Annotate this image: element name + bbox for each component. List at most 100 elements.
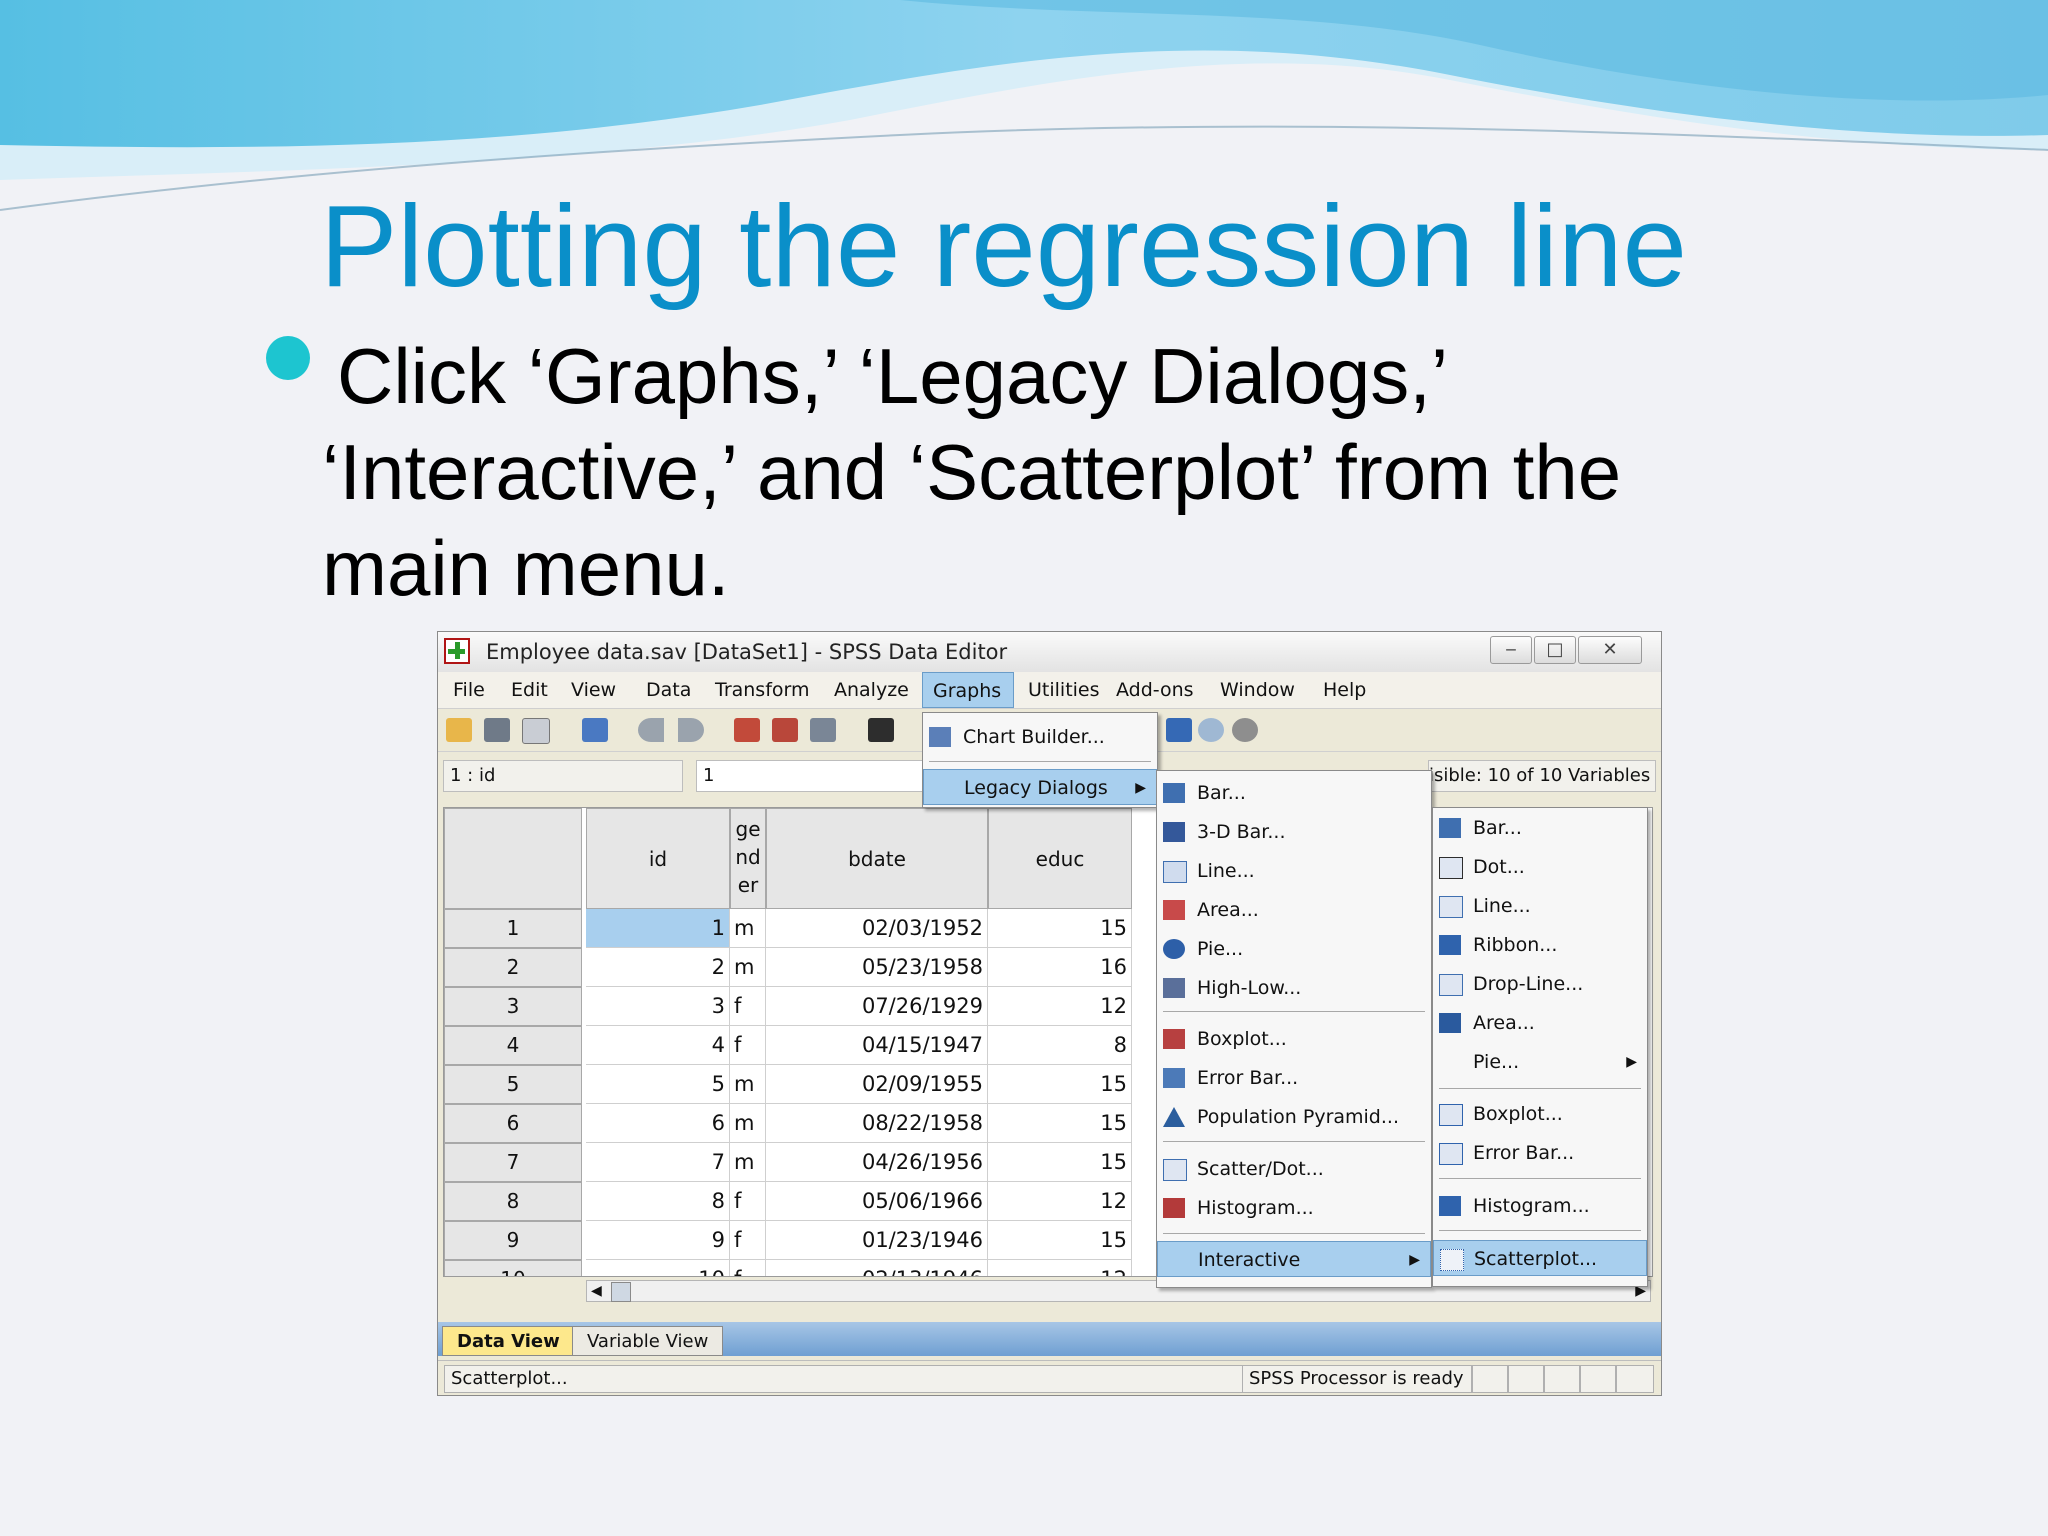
tab-data-view[interactable]: Data View xyxy=(442,1326,575,1356)
table-cell[interactable]: 5 xyxy=(586,1065,730,1104)
row-header[interactable]: 6 xyxy=(444,1104,582,1143)
row-header[interactable]: 8 xyxy=(444,1182,582,1221)
table-cell[interactable]: 02/03/1952 xyxy=(766,909,988,948)
menu-item-interactive-dot[interactable]: Dot... xyxy=(1433,849,1647,885)
menu-data[interactable]: Data xyxy=(646,672,691,708)
column-header-gender[interactable]: ge nd er xyxy=(730,808,766,909)
menu-item-interactive-ribbon[interactable]: Ribbon... xyxy=(1433,927,1647,963)
table-cell[interactable]: 2 xyxy=(586,948,730,987)
row-header[interactable]: 9 xyxy=(444,1221,582,1260)
save-icon[interactable] xyxy=(484,718,510,742)
row-header[interactable]: 7 xyxy=(444,1143,582,1182)
variables-icon[interactable] xyxy=(810,718,836,742)
dialog-recall-icon[interactable] xyxy=(582,718,608,742)
find-binoculars-icon[interactable] xyxy=(868,718,894,742)
table-cell[interactable]: f xyxy=(730,1221,766,1260)
menu-item-interactive-boxplot[interactable]: Boxplot... xyxy=(1433,1096,1647,1132)
menu-help[interactable]: Help xyxy=(1323,672,1366,708)
menu-item-error-bar[interactable]: Error Bar... xyxy=(1157,1060,1431,1096)
undo-icon[interactable] xyxy=(638,718,664,742)
scrollbar-thumb[interactable] xyxy=(611,1282,631,1302)
menu-item-interactive-area[interactable]: Area... xyxy=(1433,1005,1647,1041)
table-cell[interactable]: f xyxy=(730,1182,766,1221)
menu-item-pie[interactable]: Pie... xyxy=(1157,931,1431,967)
tab-variable-view[interactable]: Variable View xyxy=(572,1326,724,1356)
row-header[interactable]: 3 xyxy=(444,987,582,1026)
table-cell[interactable]: m xyxy=(730,948,766,987)
column-header-bdate[interactable]: bdate xyxy=(766,808,988,909)
table-cell[interactable]: 07/26/1929 xyxy=(766,987,988,1026)
insert-case-icon[interactable] xyxy=(772,718,798,742)
maximize-button[interactable]: □ xyxy=(1534,636,1576,664)
print-icon[interactable] xyxy=(522,718,550,744)
table-cell[interactable]: m xyxy=(730,909,766,948)
menu-item-histogram[interactable]: Histogram... xyxy=(1157,1190,1431,1226)
table-cell[interactable]: 15 xyxy=(988,1104,1132,1143)
column-header-educ[interactable]: educ xyxy=(988,808,1132,909)
row-header[interactable]: 2 xyxy=(444,948,582,987)
table-cell[interactable]: 08/22/1958 xyxy=(766,1104,988,1143)
menu-item-interactive-pie[interactable]: Pie... ▶ xyxy=(1433,1044,1647,1080)
table-cell[interactable]: 3 xyxy=(586,987,730,1026)
menu-transform[interactable]: Transform xyxy=(715,672,810,708)
table-cell[interactable]: 10 xyxy=(586,1260,730,1276)
table-cell[interactable]: f xyxy=(730,987,766,1026)
menu-item-line[interactable]: Line... xyxy=(1157,853,1431,889)
window-titlebar[interactable]: Employee data.sav [DataSet1] - SPSS Data… xyxy=(438,632,1661,673)
menu-item-boxplot[interactable]: Boxplot... xyxy=(1157,1021,1431,1057)
close-button[interactable]: ✕ xyxy=(1578,636,1642,664)
table-cell[interactable]: 12 xyxy=(988,1182,1132,1221)
menu-item-high-low[interactable]: High-Low... xyxy=(1157,970,1431,1006)
use-sets-icon[interactable] xyxy=(1232,718,1258,742)
menu-item-interactive-error-bar[interactable]: Error Bar... xyxy=(1433,1135,1647,1171)
menu-edit[interactable]: Edit xyxy=(511,672,548,708)
menu-item-interactive-scatterplot[interactable]: Scatterplot... xyxy=(1433,1240,1647,1276)
table-cell[interactable]: 05/06/1966 xyxy=(766,1182,988,1221)
row-header[interactable]: 4 xyxy=(444,1026,582,1065)
table-cell[interactable]: m xyxy=(730,1065,766,1104)
menu-item-population-pyramid[interactable]: Population Pyramid... xyxy=(1157,1099,1431,1135)
table-cell[interactable]: m xyxy=(730,1143,766,1182)
row-header[interactable]: 5 xyxy=(444,1065,582,1104)
menu-item-chart-builder[interactable]: Chart Builder... xyxy=(923,719,1157,755)
menu-item-interactive-drop-line[interactable]: Drop-Line... xyxy=(1433,966,1647,1002)
table-cell[interactable]: 7 xyxy=(586,1143,730,1182)
table-cell[interactable]: 04/26/1956 xyxy=(766,1143,988,1182)
goto-case-icon[interactable] xyxy=(734,718,760,742)
table-cell[interactable]: 02/13/1946 xyxy=(766,1260,988,1276)
menu-item-interactive-bar[interactable]: Bar... xyxy=(1433,810,1647,846)
table-cell[interactable]: 15 xyxy=(988,1065,1132,1104)
table-cell[interactable]: m xyxy=(730,1104,766,1143)
table-cell[interactable]: 02/09/1955 xyxy=(766,1065,988,1104)
menu-item-legacy-dialogs[interactable]: Legacy Dialogs ▶ xyxy=(923,769,1157,805)
menu-file[interactable]: File xyxy=(453,672,485,708)
scroll-left-arrow-icon[interactable]: ◀ xyxy=(591,1283,602,1299)
table-cell[interactable]: 04/15/1947 xyxy=(766,1026,988,1065)
table-cell[interactable]: 15 xyxy=(988,909,1132,948)
table-cell[interactable]: f xyxy=(730,1026,766,1065)
value-labels-icon[interactable] xyxy=(1198,718,1224,742)
menu-window[interactable]: Window xyxy=(1220,672,1295,708)
table-cell[interactable]: f xyxy=(730,1260,766,1276)
menu-item-interactive[interactable]: Interactive ▶ xyxy=(1157,1241,1431,1277)
menu-utilities[interactable]: Utilities xyxy=(1028,672,1100,708)
column-header-id[interactable]: id xyxy=(586,808,730,909)
menu-item-3d-bar[interactable]: 3-D Bar... xyxy=(1157,814,1431,850)
table-cell[interactable]: 12 xyxy=(988,987,1132,1026)
table-cell[interactable]: 01/23/1946 xyxy=(766,1221,988,1260)
menu-add-ons[interactable]: Add-ons xyxy=(1116,672,1194,708)
menu-item-interactive-histogram[interactable]: Histogram... xyxy=(1433,1188,1647,1224)
table-cell[interactable]: 16 xyxy=(988,948,1132,987)
table-cell[interactable]: 8 xyxy=(988,1026,1132,1065)
table-cell[interactable]: 12 xyxy=(988,1260,1132,1276)
table-cell[interactable]: 1 xyxy=(586,909,730,948)
row-header[interactable]: 1 xyxy=(444,909,582,948)
menu-graphs[interactable]: Graphs xyxy=(922,672,1014,708)
open-folder-icon[interactable] xyxy=(446,718,472,742)
table-cell[interactable]: 05/23/1958 xyxy=(766,948,988,987)
table-cell[interactable]: 15 xyxy=(988,1143,1132,1182)
table-cell[interactable]: 9 xyxy=(586,1221,730,1260)
table-cell[interactable]: 4 xyxy=(586,1026,730,1065)
select-cases-icon[interactable] xyxy=(1166,718,1192,742)
minimize-button[interactable]: ‒ xyxy=(1490,636,1532,664)
